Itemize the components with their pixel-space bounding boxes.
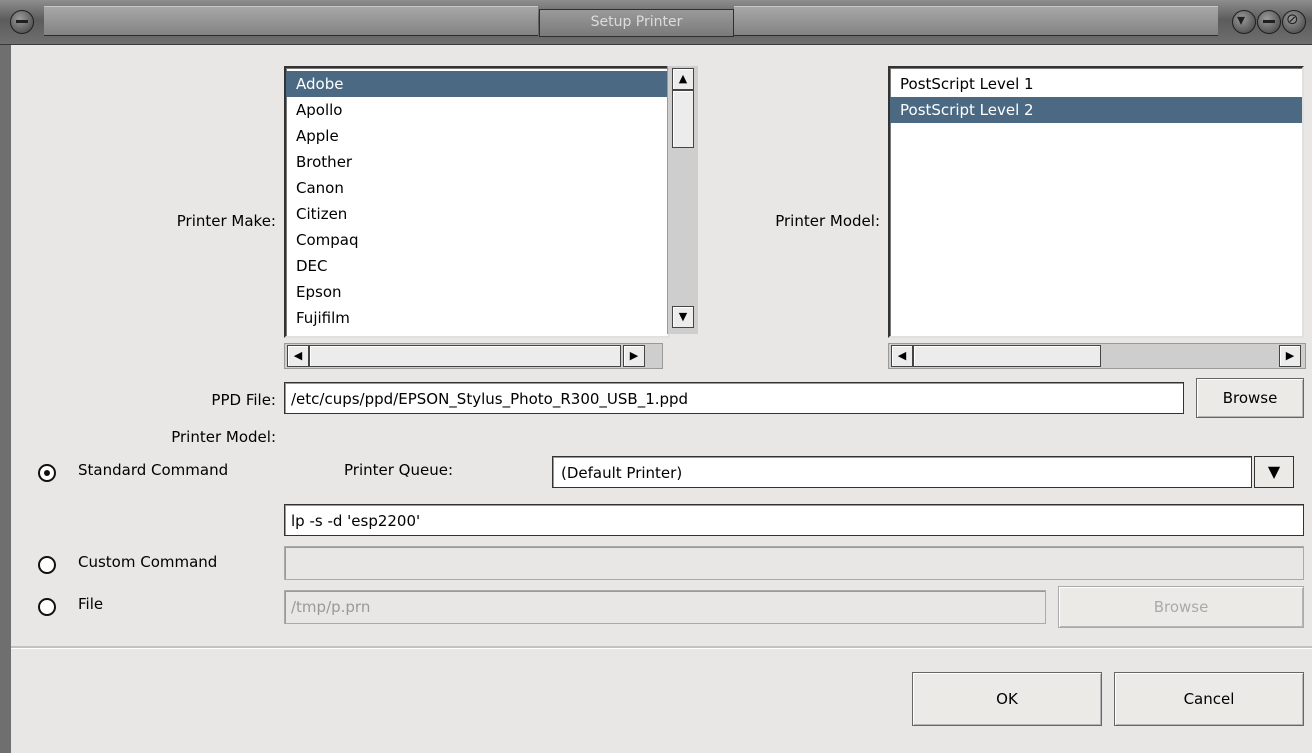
title-bar[interactable]: Setup Printer xyxy=(0,0,1312,45)
scroll-down-arrow-icon[interactable]: ▼ xyxy=(672,306,694,328)
scroll-up-arrow-icon[interactable]: ▲ xyxy=(672,68,694,90)
cancel-button[interactable]: Cancel xyxy=(1114,672,1304,726)
file-browse-button[interactable]: Browse xyxy=(1058,586,1304,628)
printer-queue-label: Printer Queue: xyxy=(344,461,453,479)
scroll-right-arrow-icon[interactable]: ▶ xyxy=(1279,345,1301,367)
title-bar-stripe-right xyxy=(734,6,1218,36)
window-menu-icon[interactable] xyxy=(10,10,34,34)
file-label[interactable]: File xyxy=(78,595,103,613)
printer-model-horizontal-scrollbar[interactable]: ◀ ▶ xyxy=(888,343,1306,369)
printer-make-list-item[interactable]: Brother xyxy=(286,149,668,175)
scroll-thumb[interactable] xyxy=(309,345,621,367)
ppd-file-label: PPD File: xyxy=(211,391,276,409)
custom-command-label[interactable]: Custom Command xyxy=(78,553,217,571)
printer-model-list[interactable]: PostScript Level 1 PostScript Level 2 xyxy=(888,66,1304,338)
custom-command-radio[interactable] xyxy=(38,556,56,574)
printer-make-list-item[interactable]: Canon xyxy=(286,175,668,201)
setup-printer-window: Setup Printer Printer Make: AdobeApolloA… xyxy=(0,0,1312,753)
scroll-thumb[interactable] xyxy=(913,345,1101,367)
shade-window-icon[interactable] xyxy=(1232,10,1256,34)
standard-command-label[interactable]: Standard Command xyxy=(78,461,228,479)
window-frame-left xyxy=(0,0,11,753)
close-window-icon[interactable] xyxy=(1282,10,1306,34)
scroll-left-arrow-icon[interactable]: ◀ xyxy=(287,345,309,367)
minimize-window-icon[interactable] xyxy=(1257,10,1281,34)
printer-model-list-item[interactable]: PostScript Level 1 xyxy=(890,71,1302,97)
printer-model-list-item[interactable]: PostScript Level 2 xyxy=(890,97,1302,123)
printer-make-list-item[interactable]: Apple xyxy=(286,123,668,149)
printer-queue-select[interactable]: (Default Printer) xyxy=(552,456,1252,488)
scroll-right-arrow-icon[interactable]: ▶ xyxy=(623,345,645,367)
printer-make-vertical-scrollbar[interactable]: ▲ ▼ xyxy=(667,66,698,334)
printer-make-list-item[interactable]: Epson xyxy=(286,279,668,305)
printer-make-list[interactable]: Adobe Apollo Apple Brother Canon Citizen Compa… xyxy=(284,66,670,338)
printer-make-label: Printer Make: xyxy=(176,212,276,230)
chevron-down-icon[interactable]: ▼ xyxy=(1254,456,1294,488)
printer-make-list-item[interactable]: DEC xyxy=(286,253,668,279)
standard-command-input[interactable]: lp -s -d 'esp2200' xyxy=(284,504,1304,536)
printer-make-list-item[interactable]: Fujifilm xyxy=(286,305,668,331)
ok-button[interactable]: OK xyxy=(912,672,1102,726)
printer-make-list-item[interactable]: Apollo xyxy=(286,97,668,123)
ppd-browse-button[interactable]: Browse xyxy=(1196,378,1304,418)
separator xyxy=(11,646,1312,649)
printer-make-horizontal-scrollbar[interactable]: ◀ ▶ xyxy=(284,343,663,369)
window-title: Setup Printer xyxy=(539,9,734,37)
title-bar-stripe-left xyxy=(44,6,538,36)
scroll-left-arrow-icon[interactable]: ◀ xyxy=(891,345,913,367)
file-path-input[interactable]: /tmp/p.prn xyxy=(284,590,1046,624)
printer-make-list-item[interactable]: Compaq xyxy=(286,227,668,253)
printer-model-label: Printer Model: xyxy=(775,212,880,230)
printer-make-list-item[interactable]: Citizen xyxy=(286,201,668,227)
file-radio[interactable] xyxy=(38,598,56,616)
printer-model-label-secondary: Printer Model: xyxy=(171,428,276,446)
ppd-file-input[interactable]: /etc/cups/ppd/EPSON_Stylus_Photo_R300_US… xyxy=(284,382,1184,414)
scroll-thumb[interactable] xyxy=(672,90,694,148)
standard-command-radio[interactable] xyxy=(38,464,56,482)
custom-command-input[interactable] xyxy=(284,546,1304,580)
printer-make-list-item[interactable]: Adobe xyxy=(286,71,668,97)
